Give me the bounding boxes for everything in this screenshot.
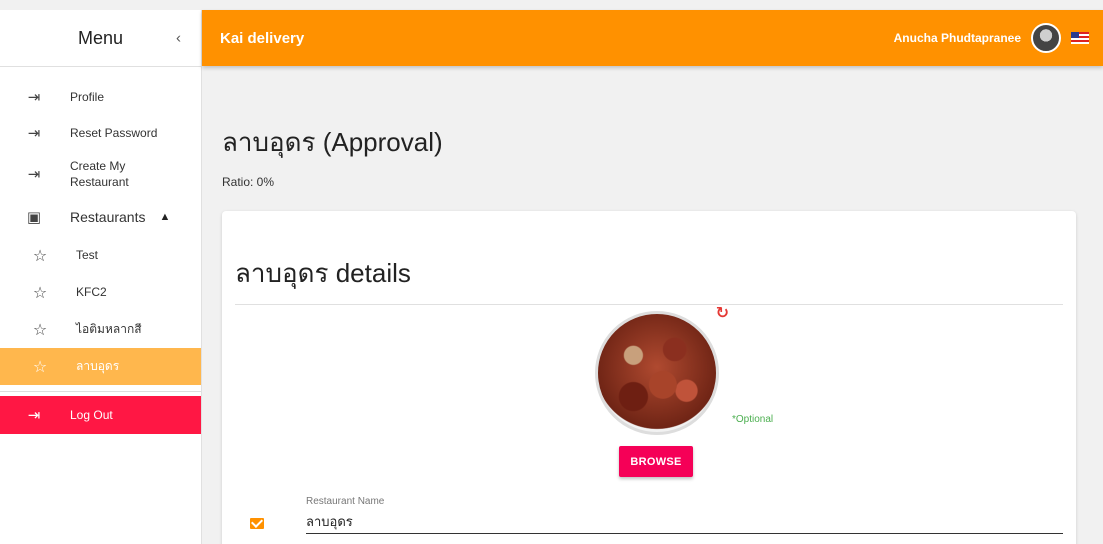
sidebar-item-label: Create My Restaurant — [70, 158, 129, 189]
restaurant-label: Test — [76, 248, 99, 263]
mail-icon — [250, 518, 264, 529]
login-icon: ⇥ — [27, 166, 41, 183]
app-brand[interactable]: Kai delivery — [220, 30, 304, 47]
user-name[interactable]: Anucha Phudtapranee — [894, 31, 1021, 45]
logout-label: Log Out — [70, 407, 113, 422]
star-icon: ☆ — [32, 247, 48, 265]
restaurant-name-field: Restaurant Name — [250, 496, 1076, 538]
sidebar-header: Menu ‹ — [0, 10, 201, 67]
restaurant-name-input[interactable] — [306, 510, 1063, 534]
inbox-icon: ▣ — [26, 209, 42, 226]
restaurant-photo — [595, 311, 719, 435]
page-title: ลาบอุดร (Approval) — [222, 127, 443, 157]
sidebar-item-profile[interactable]: ⇥ Profile — [0, 79, 201, 115]
star-icon: ☆ — [32, 284, 48, 302]
refresh-icon[interactable]: ↻ — [716, 303, 729, 323]
card-title: ลาบอุดร details — [235, 253, 1063, 305]
optional-note: *Optional — [732, 414, 774, 425]
ratio-text: Ratio: 0% — [222, 175, 275, 189]
restaurant-name-label: Restaurant Name — [306, 496, 385, 507]
sidebar-item-restaurant-active[interactable]: ☆ ลาบอุดร — [0, 348, 201, 385]
sidebar-section-label: Restaurants — [70, 208, 146, 225]
login-icon: ⇥ — [27, 89, 41, 106]
star-icon: ☆ — [32, 321, 48, 339]
sidebar-item-restaurant[interactable]: ☆ ไอติมหลากสี — [0, 311, 201, 348]
star-icon: ☆ — [32, 358, 48, 376]
avatar[interactable] — [1031, 23, 1061, 53]
sidebar-title: Menu — [77, 27, 124, 48]
restaurant-label: ไอติมหลากสี — [76, 322, 142, 337]
restaurant-label: ลาบอุดร — [76, 359, 120, 374]
sidebar-divider — [0, 391, 201, 392]
sidebar-item-restaurant[interactable]: ☆ KFC2 — [0, 274, 201, 311]
user-area: Anucha Phudtapranee — [894, 23, 1089, 53]
logout-icon: ⇥ — [27, 407, 41, 424]
top-app-bar: Kai delivery Anucha Phudtapranee — [202, 10, 1103, 66]
details-card: ลาบอุดร details ↻ *Optional BROWSE Resta… — [222, 211, 1076, 544]
logout-button[interactable]: ⇥ Log Out — [0, 396, 201, 434]
us-flag-icon[interactable] — [1071, 32, 1089, 44]
sidebar: Menu ‹ ⇥ Profile ⇥ Reset Password ⇥ Crea… — [0, 10, 202, 544]
restaurant-label: KFC2 — [76, 285, 107, 300]
collapse-sidebar-button[interactable]: ‹ — [176, 30, 181, 47]
login-icon: ⇥ — [27, 125, 41, 142]
restaurant-photo-wrap: ↻ — [595, 305, 729, 435]
sidebar-item-label: Profile — [70, 89, 105, 104]
main-content: ลาบอุดร (Approval) Ratio: 0% ลาบอุดร det… — [222, 66, 1089, 544]
sidebar-item-restaurant[interactable]: ☆ Test — [0, 237, 201, 274]
browse-button[interactable]: BROWSE — [619, 446, 693, 477]
sidebar-item-label: Reset Password — [70, 125, 158, 140]
sidebar-item-reset-password[interactable]: ⇥ Reset Password — [0, 115, 201, 151]
chevron-up-icon: ▲ — [159, 211, 171, 223]
sidebar-item-create-restaurant[interactable]: ⇥ Create My Restaurant — [0, 151, 201, 197]
sidebar-section-restaurants[interactable]: ▣ Restaurants ▲ — [0, 197, 201, 237]
